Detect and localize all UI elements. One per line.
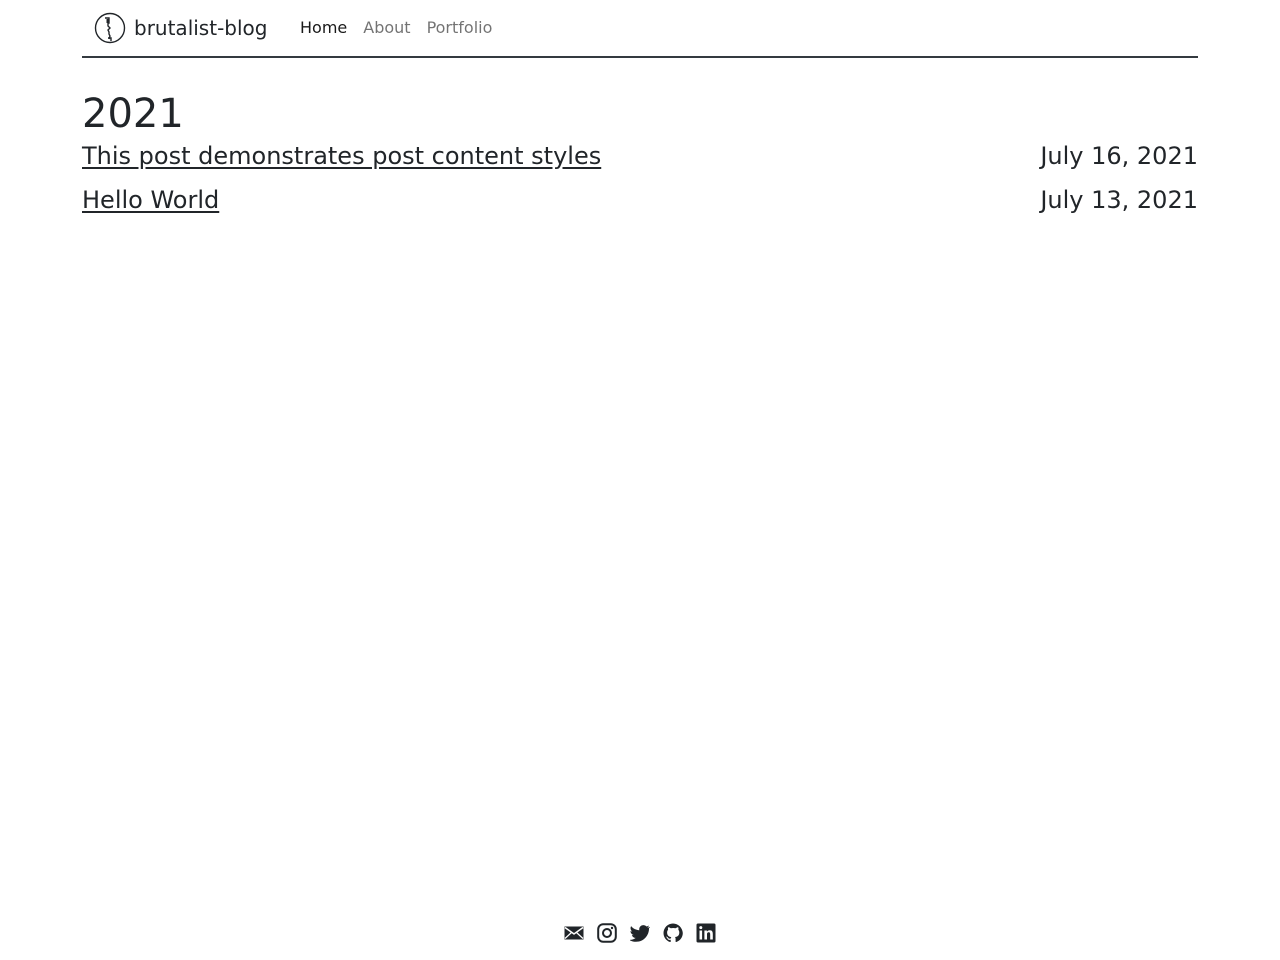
linkedin-icon	[696, 923, 716, 943]
twitter-icon	[630, 925, 650, 942]
nav-link-home[interactable]: Home	[292, 16, 355, 40]
post-title-link[interactable]: This post demonstrates post content styl…	[82, 134, 601, 178]
post-date: July 13, 2021	[1040, 186, 1198, 214]
post-row: Hello World July 13, 2021	[82, 178, 1198, 222]
nav-item-home: Home	[292, 16, 355, 40]
post-row: This post demonstrates post content styl…	[82, 134, 1198, 178]
instagram-link[interactable]	[597, 920, 617, 946]
brand-name: brutalist-blog	[134, 16, 268, 40]
nav-link-about[interactable]: About	[355, 16, 418, 40]
brand-logo-icon	[94, 12, 126, 44]
nav-item-portfolio: Portfolio	[419, 16, 501, 40]
post-date: July 16, 2021	[1040, 142, 1198, 170]
brand-link[interactable]: brutalist-blog	[94, 12, 267, 44]
email-icon	[564, 926, 584, 940]
post-list: This post demonstrates post content styl…	[82, 134, 1198, 222]
top-navbar: brutalist-blog Home About Portfolio	[82, 0, 1198, 58]
instagram-icon	[597, 923, 617, 943]
archive-section: 2021 This post demonstrates post content…	[82, 58, 1198, 222]
year-heading: 2021	[82, 91, 184, 137]
main-nav: Home About Portfolio	[292, 16, 500, 40]
nav-item-about: About	[355, 16, 418, 40]
email-link[interactable]	[564, 920, 584, 946]
github-link[interactable]	[663, 920, 683, 946]
github-icon	[663, 923, 683, 943]
post-title-link[interactable]: Hello World	[82, 178, 219, 222]
footer-social-links	[0, 920, 1280, 946]
nav-link-portfolio[interactable]: Portfolio	[419, 16, 501, 40]
linkedin-link[interactable]	[696, 920, 716, 946]
twitter-link[interactable]	[630, 920, 650, 946]
